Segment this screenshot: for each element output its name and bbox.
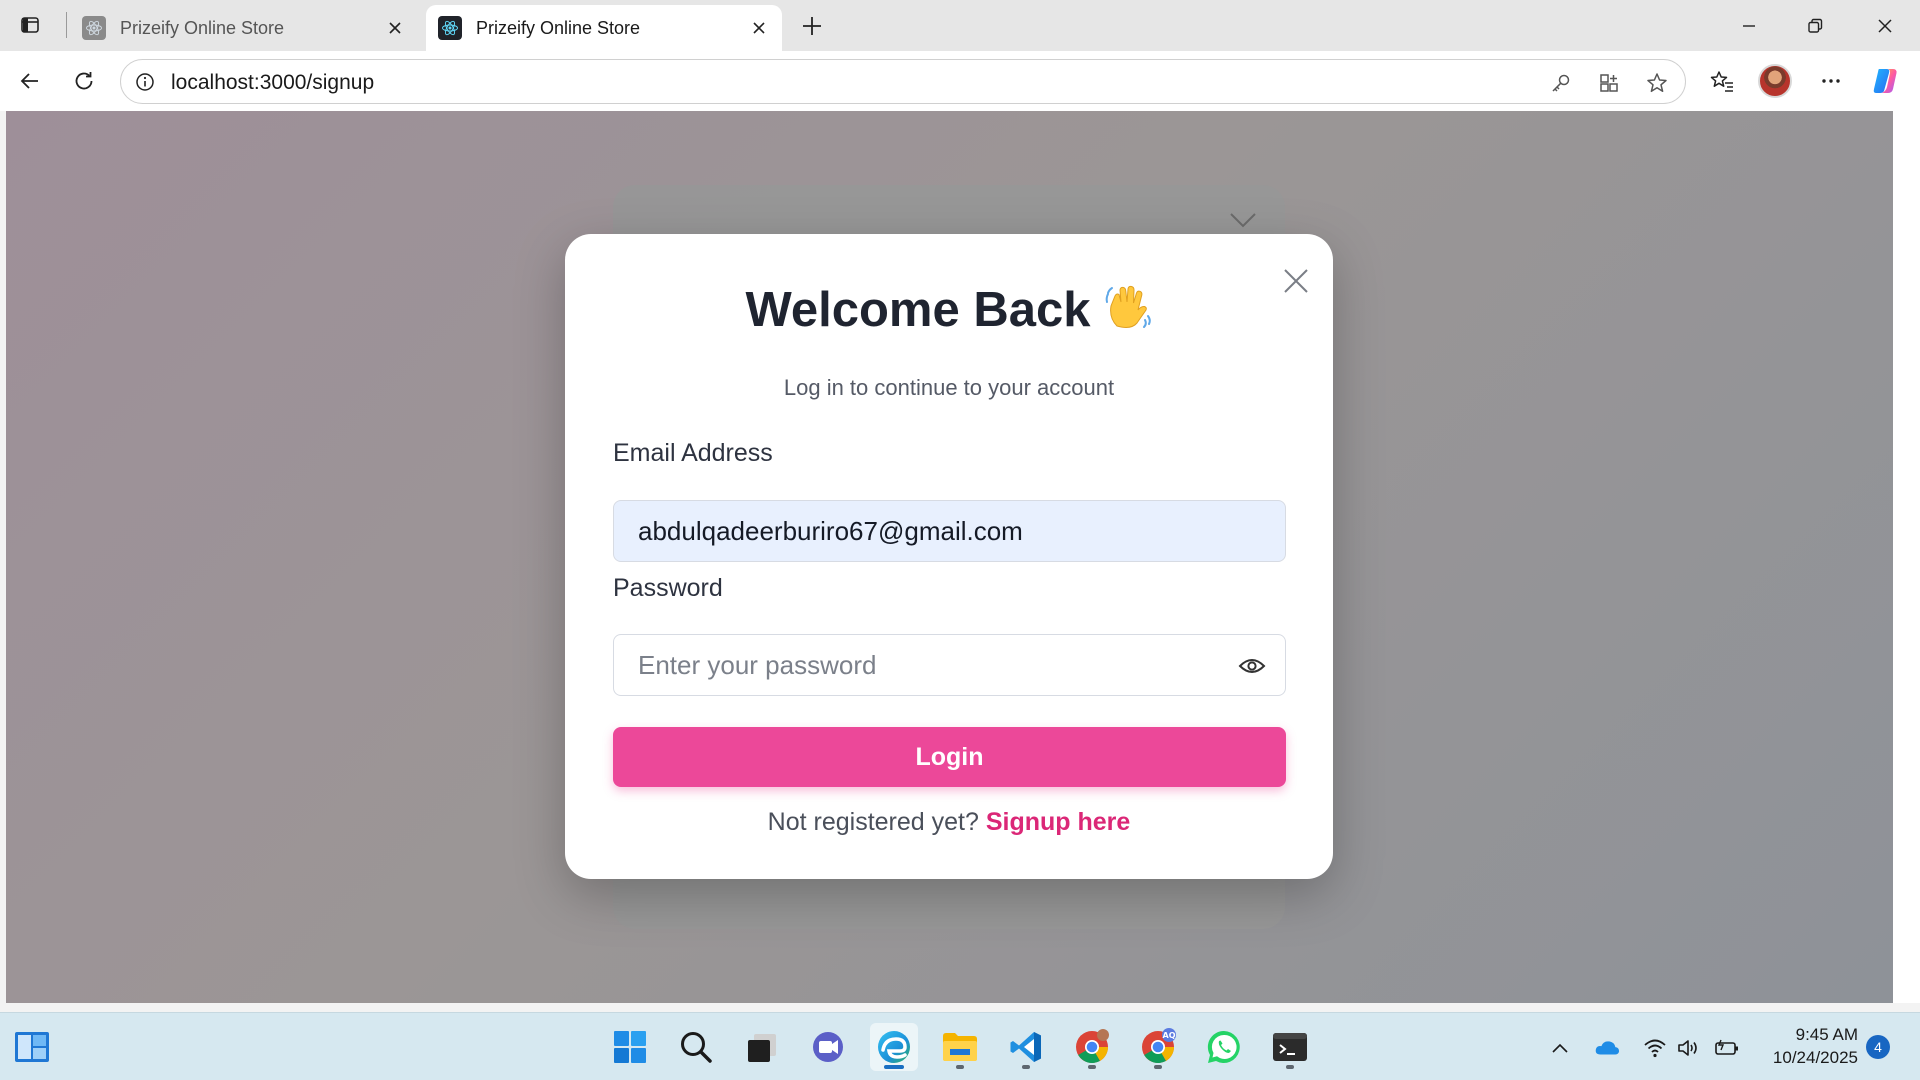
running-indicator bbox=[956, 1065, 964, 1069]
close-window-icon[interactable] bbox=[1860, 6, 1910, 46]
tab-title: Prizeify Online Store bbox=[476, 17, 641, 38]
copilot-icon[interactable] bbox=[1866, 61, 1906, 101]
login-button[interactable]: Login bbox=[613, 727, 1286, 787]
close-icon[interactable] bbox=[384, 17, 406, 39]
minimize-icon[interactable] bbox=[1724, 6, 1774, 46]
email-field[interactable] bbox=[613, 500, 1286, 562]
back-icon[interactable] bbox=[10, 61, 50, 101]
address-bar[interactable]: localhost:3000/signup bbox=[120, 59, 1686, 104]
running-indicator bbox=[1088, 1065, 1096, 1069]
taskbar: AQ 9:45 AM 10/24/2025 4 bbox=[0, 1012, 1920, 1080]
new-tab-icon[interactable] bbox=[794, 8, 830, 44]
onedrive-icon[interactable] bbox=[1594, 1035, 1620, 1061]
eye-icon[interactable] bbox=[1237, 652, 1267, 680]
react-icon bbox=[82, 16, 106, 40]
running-indicator bbox=[1286, 1065, 1294, 1069]
close-icon[interactable] bbox=[748, 17, 770, 39]
modal-title: Welcome Back bbox=[565, 282, 1333, 344]
signup-link[interactable]: Signup here bbox=[986, 808, 1130, 836]
favorites-icon[interactable] bbox=[1702, 61, 1742, 101]
key-icon[interactable] bbox=[1547, 69, 1575, 97]
edge-icon[interactable] bbox=[870, 1023, 918, 1071]
task-view-icon[interactable] bbox=[738, 1023, 786, 1071]
tab-divider bbox=[66, 12, 67, 38]
terminal-icon[interactable] bbox=[1266, 1023, 1314, 1071]
page-scrollbar[interactable] bbox=[1893, 111, 1920, 1003]
tab-title: Prizeify Online Store bbox=[120, 17, 285, 38]
page-viewport: Welcome Back Log in to continue to your … bbox=[6, 111, 1893, 1003]
clock-time: 9:45 AM bbox=[1795, 1025, 1858, 1044]
battery-icon[interactable] bbox=[1714, 1035, 1740, 1061]
url-text[interactable]: localhost:3000/signup bbox=[171, 71, 374, 95]
chrome-profile-icon[interactable]: AQ bbox=[1134, 1023, 1182, 1071]
login-modal: Welcome Back Log in to continue to your … bbox=[565, 234, 1333, 879]
favorite-star-icon[interactable] bbox=[1643, 69, 1671, 97]
profile-avatar[interactable] bbox=[1758, 64, 1792, 98]
react-icon bbox=[438, 16, 462, 40]
active-indicator bbox=[884, 1065, 904, 1069]
email-label: Email Address bbox=[613, 439, 773, 467]
tab-prizeify-1[interactable]: Prizeify Online Store bbox=[70, 5, 418, 51]
more-options-icon[interactable] bbox=[1811, 61, 1851, 101]
widgets-icon[interactable] bbox=[8, 1023, 56, 1071]
search-icon[interactable] bbox=[672, 1023, 720, 1071]
password-label: Password bbox=[613, 574, 723, 602]
clock-date: 10/24/2025 bbox=[1772, 1048, 1858, 1067]
clock[interactable]: 9:45 AM 10/24/2025 bbox=[1762, 1023, 1858, 1069]
chrome-icon[interactable] bbox=[1068, 1023, 1116, 1071]
vscode-icon[interactable] bbox=[1002, 1023, 1050, 1071]
chrome-profile-badge: AQ bbox=[1163, 1031, 1176, 1040]
browser-toolbar: localhost:3000/signup bbox=[0, 51, 1920, 111]
restore-icon[interactable] bbox=[1790, 6, 1840, 46]
whatsapp-icon[interactable] bbox=[1200, 1023, 1248, 1071]
teams-icon[interactable] bbox=[804, 1023, 852, 1071]
wifi-icon[interactable] bbox=[1642, 1035, 1668, 1061]
modal-subtitle: Log in to continue to your account bbox=[783, 375, 1115, 400]
running-indicator bbox=[1022, 1065, 1030, 1069]
signup-prompt: Not registered yet? bbox=[767, 808, 979, 836]
start-icon[interactable] bbox=[606, 1023, 654, 1071]
waving-hand-icon bbox=[1103, 282, 1153, 344]
tab-actions-icon[interactable] bbox=[14, 10, 46, 40]
notification-badge[interactable]: 4 bbox=[1866, 1035, 1890, 1059]
refresh-icon[interactable] bbox=[64, 61, 104, 101]
apps-icon[interactable] bbox=[1595, 69, 1623, 97]
volume-icon[interactable] bbox=[1676, 1035, 1702, 1061]
tab-prizeify-2[interactable]: Prizeify Online Store bbox=[426, 5, 782, 51]
chevron-up-icon[interactable] bbox=[1547, 1035, 1573, 1061]
signup-row: Not registered yet? Signup here bbox=[565, 808, 1333, 837]
title-text: Welcome Back bbox=[745, 283, 1091, 337]
tab-strip: Prizeify Online Store Prizeify Online St… bbox=[0, 0, 1920, 51]
info-icon[interactable] bbox=[133, 70, 157, 94]
file-explorer-icon[interactable] bbox=[936, 1023, 984, 1071]
running-indicator bbox=[1154, 1065, 1162, 1069]
password-field[interactable] bbox=[613, 634, 1286, 696]
